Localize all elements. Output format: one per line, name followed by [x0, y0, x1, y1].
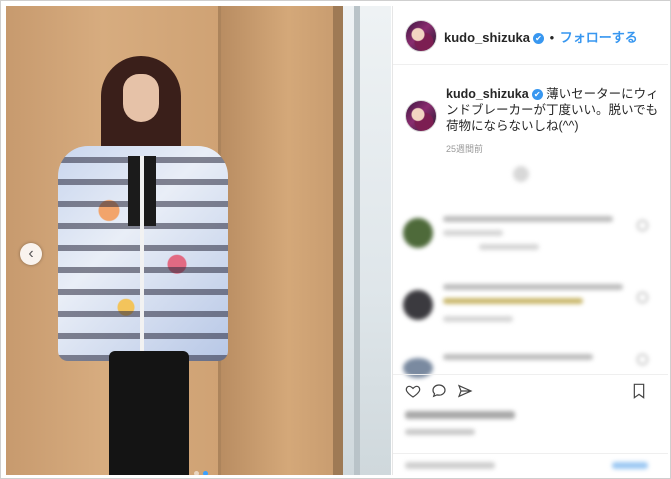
- share-icon[interactable]: [457, 383, 473, 399]
- likes-count[interactable]: [405, 411, 515, 419]
- window: [343, 6, 391, 475]
- carousel-dot-active: [203, 471, 208, 475]
- caption-text: kudo_shizuka ✔ 薄いセーターにウィンドブレーカーが丁度いい。脱いでも…: [446, 86, 661, 134]
- commenter-avatar[interactable]: [403, 218, 433, 248]
- commenter-avatar[interactable]: [403, 290, 433, 320]
- verified-badge-icon: ✔: [532, 33, 544, 45]
- person-legs: [109, 351, 189, 475]
- previous-photo-button[interactable]: ‹: [20, 243, 42, 265]
- comment-item: [393, 278, 668, 328]
- post-header: kudo_shizuka ✔ • フォローする: [393, 6, 668, 65]
- comment-text: [443, 230, 503, 236]
- verified-badge-icon: ✔: [531, 89, 543, 101]
- post-date: [405, 429, 475, 435]
- caption-avatar[interactable]: [405, 100, 437, 132]
- comment-text: [443, 284, 623, 290]
- post-comment-button[interactable]: [612, 462, 648, 469]
- person-face: [123, 74, 159, 122]
- wall-panel-right: [221, 6, 333, 475]
- window-frame: [354, 6, 360, 475]
- comment-like-icon[interactable]: [637, 292, 648, 303]
- caption-timestamp: 25週間前: [446, 144, 484, 154]
- comment-text: [443, 298, 583, 304]
- avatar[interactable]: [405, 20, 437, 52]
- caption-username-link[interactable]: kudo_shizuka: [446, 87, 529, 101]
- post-sidebar: kudo_shizuka ✔ • フォローする kudo_shizuka ✔ 薄いセ…: [392, 6, 668, 475]
- post-actions: [393, 374, 668, 476]
- instagram-embed: ‹ kudo_shizuka ✔ • フォローする kudo_shizuka ✔ 薄…: [0, 0, 671, 479]
- comment-icon[interactable]: [431, 383, 447, 399]
- comment-like-icon[interactable]: [637, 220, 648, 231]
- add-comment-bar: [393, 453, 668, 477]
- header-name-line: kudo_shizuka ✔ • フォローする: [444, 27, 638, 46]
- follow-button[interactable]: フォローする: [560, 30, 638, 45]
- separator-dot: •: [549, 30, 555, 45]
- comment-meta: [479, 244, 539, 250]
- comment-item: [393, 206, 668, 256]
- post-photo[interactable]: ‹: [6, 6, 391, 475]
- carousel-dot: [194, 471, 199, 475]
- heart-icon[interactable]: [405, 383, 421, 399]
- carousel-dots: [194, 471, 208, 475]
- bookmark-icon[interactable]: [632, 383, 646, 399]
- comment-meta: [443, 316, 513, 322]
- comment-text: [443, 354, 593, 360]
- comment-item: [393, 346, 668, 378]
- comment-text: [443, 216, 613, 222]
- username-link[interactable]: kudo_shizuka: [444, 30, 530, 45]
- comment-input[interactable]: [405, 462, 495, 469]
- jacket-zipper: [140, 156, 144, 356]
- chevron-left-icon: ‹: [28, 245, 34, 262]
- comment-like-icon[interactable]: [637, 354, 648, 365]
- load-more-comments-icon[interactable]: [513, 166, 529, 182]
- window-edge: [333, 6, 343, 475]
